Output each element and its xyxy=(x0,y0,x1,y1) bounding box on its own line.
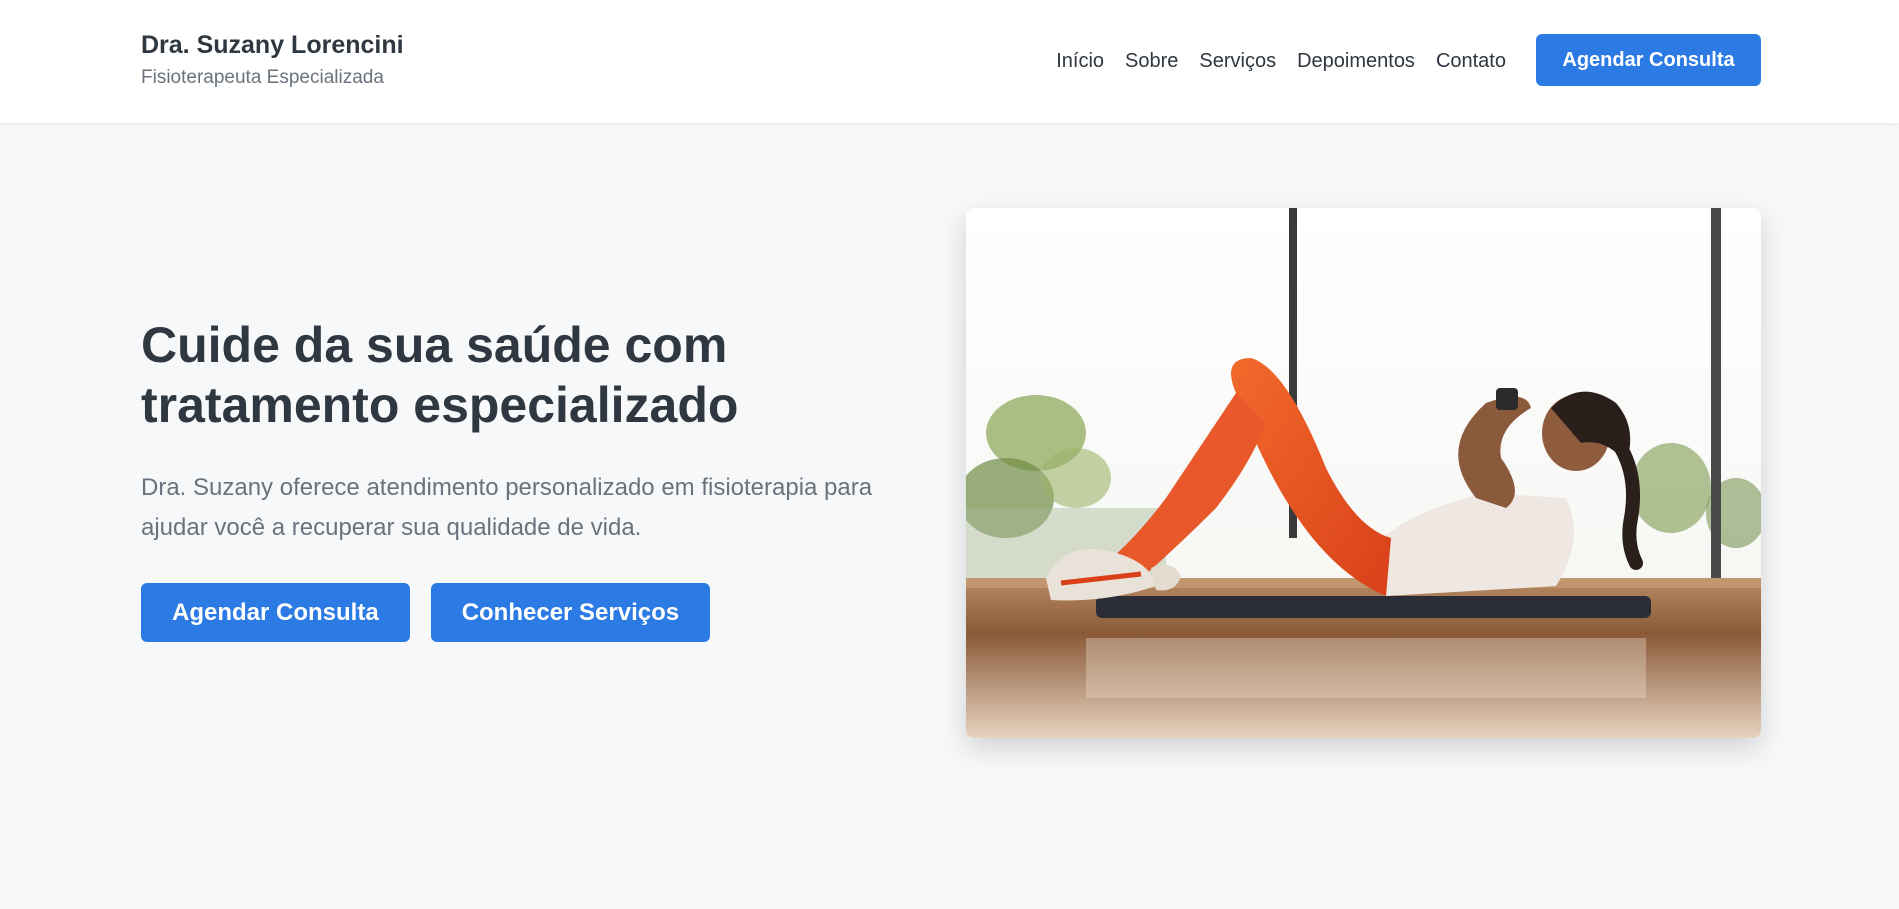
brand-name: Dra. Suzany Lorencini xyxy=(141,31,404,59)
hero-services-button[interactable]: Conhecer Serviços xyxy=(430,583,711,642)
hero-content: Cuide da sua saúde com tratamento especi… xyxy=(141,315,941,642)
hero-description: Dra. Suzany oferece atendimento personal… xyxy=(141,474,873,541)
hero-schedule-button[interactable]: Agendar Consulta xyxy=(141,583,410,642)
brand-subtitle: Fisioterapeuta Especializada xyxy=(141,67,384,88)
site-header: Dra. Suzany Lorencini Fisioterapeuta Esp… xyxy=(0,0,1899,123)
nav-link-contato[interactable]: Contato xyxy=(1436,50,1506,73)
nav-link-depoimentos[interactable]: Depoimentos xyxy=(1297,50,1415,73)
header-schedule-button[interactable]: Agendar Consulta xyxy=(1536,34,1761,86)
main-nav: Início Sobre Serviços Depoimentos Contat… xyxy=(1056,0,1506,123)
hero-buttons: Agendar Consulta Conhecer Serviços xyxy=(141,583,941,642)
nav-link-sobre[interactable]: Sobre xyxy=(1125,50,1178,73)
exercise-photo xyxy=(966,208,1761,738)
hero-image xyxy=(966,208,1761,738)
hero-title: Cuide da sua saúde com tratamento especi… xyxy=(141,317,739,433)
nav-link-servicos[interactable]: Serviços xyxy=(1199,50,1276,73)
brand[interactable]: Dra. Suzany Lorencini Fisioterapeuta Esp… xyxy=(141,28,404,90)
nav-link-inicio[interactable]: Início xyxy=(1056,50,1104,73)
